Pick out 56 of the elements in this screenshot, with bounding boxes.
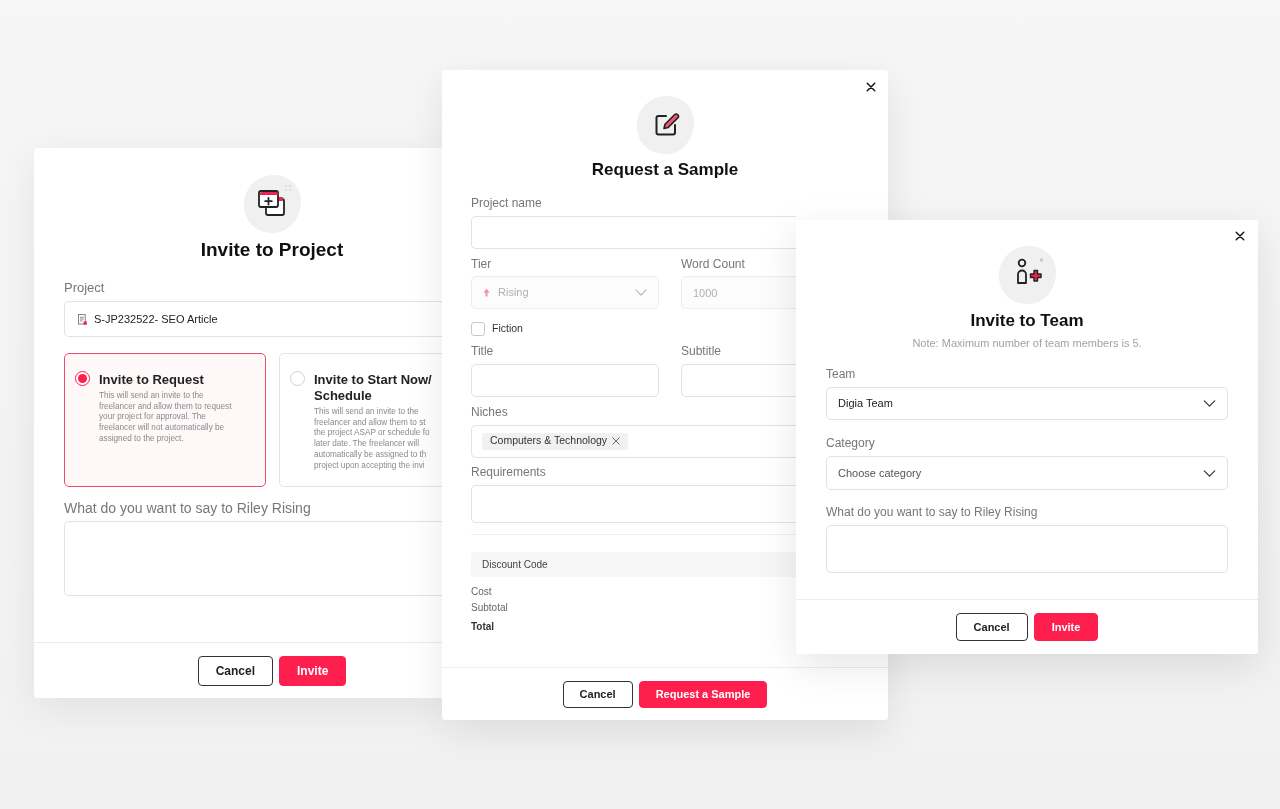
summary-label: Cost xyxy=(471,584,492,598)
cancel-button[interactable]: Cancel xyxy=(955,613,1028,641)
chevron-down-icon xyxy=(635,289,647,296)
requirements-field[interactable] xyxy=(471,484,796,523)
close-icon[interactable] xyxy=(1235,231,1245,241)
cancel-button[interactable]: Cancel xyxy=(197,655,273,686)
tier-select: Rising xyxy=(471,276,659,309)
option-title: Invite to Start Now/ Schedule xyxy=(314,372,433,404)
category-select[interactable]: Choose category xyxy=(826,456,1228,490)
title-field[interactable] xyxy=(471,363,659,397)
document-icon xyxy=(78,313,87,325)
dialog-title: Request a Sample xyxy=(591,159,739,181)
tag-label: Computers & Technology xyxy=(490,433,608,449)
project-name-field[interactable] xyxy=(471,216,796,249)
close-icon[interactable] xyxy=(866,82,876,92)
field-label: Project name xyxy=(471,196,542,211)
field-label: Tier xyxy=(471,257,492,272)
option-title: Invite to Request xyxy=(99,372,204,388)
option-description: This will send an invite to the freelancer and allow them to st the project ASAP or schedule fo later date. The freelancer will automatically be assigned to th project upon accepting the invi xyxy=(314,407,430,472)
submit-button[interactable]: Request a Sample xyxy=(638,680,768,708)
chevron-down-icon xyxy=(1203,469,1216,477)
message-field[interactable] xyxy=(64,521,442,596)
note-text: Note: Maximum number of team members is 5. xyxy=(912,336,1142,350)
field-label: Category xyxy=(826,436,875,451)
word-count-field: 1000 xyxy=(681,276,796,309)
option-description: This will send an invite to the freelancer and allow them to request your project for approval. The freelancer will not automatically be assigned to the project. xyxy=(99,391,232,445)
summary-label: Subtotal xyxy=(471,600,508,614)
checkbox[interactable] xyxy=(471,321,485,336)
radio-button[interactable] xyxy=(75,371,90,386)
field-label: Word Count xyxy=(681,257,745,272)
dialog-title: Invite to Team xyxy=(970,310,1084,332)
field-label: Niches xyxy=(471,404,508,420)
cancel-button[interactable]: Cancel xyxy=(562,680,633,708)
field-label: Requirements xyxy=(471,464,546,480)
chevron-down-icon xyxy=(1203,400,1216,407)
submit-button[interactable]: Invite xyxy=(279,655,347,686)
project-field[interactable]: S-JP232522- SEO Article xyxy=(64,301,442,337)
option-card[interactable]: Invite to Request This will send an invite to the freelancer and allow them to request your project for approval. The freelancer will not automatically be assigned to the project. xyxy=(64,353,266,487)
subtitle-field[interactable] xyxy=(681,363,796,397)
dialog-title: Invite to Project xyxy=(200,238,344,262)
submit-button[interactable]: Invite xyxy=(1033,613,1099,641)
field-label: What do you want to say to Riley Rising xyxy=(826,505,1038,520)
field-label: Project xyxy=(64,280,105,296)
team-select[interactable]: Digia Team xyxy=(826,387,1228,420)
niches-field[interactable]: Computers & Technology xyxy=(471,424,796,458)
field-label: What do you want to say to Riley Rising xyxy=(64,499,311,517)
discount-code-header[interactable]: Discount Code xyxy=(471,551,796,577)
checkbox-label: Fiction xyxy=(492,321,523,336)
tag[interactable]: Computers & Technology xyxy=(482,432,629,450)
field-label: Subtitle xyxy=(681,343,722,359)
total-label: Total xyxy=(471,619,495,633)
arrow-up-icon xyxy=(483,288,490,297)
field-label: Team xyxy=(826,367,856,382)
field-label: Title xyxy=(471,343,494,359)
message-field[interactable] xyxy=(826,525,1228,573)
option-card[interactable] xyxy=(279,353,442,487)
